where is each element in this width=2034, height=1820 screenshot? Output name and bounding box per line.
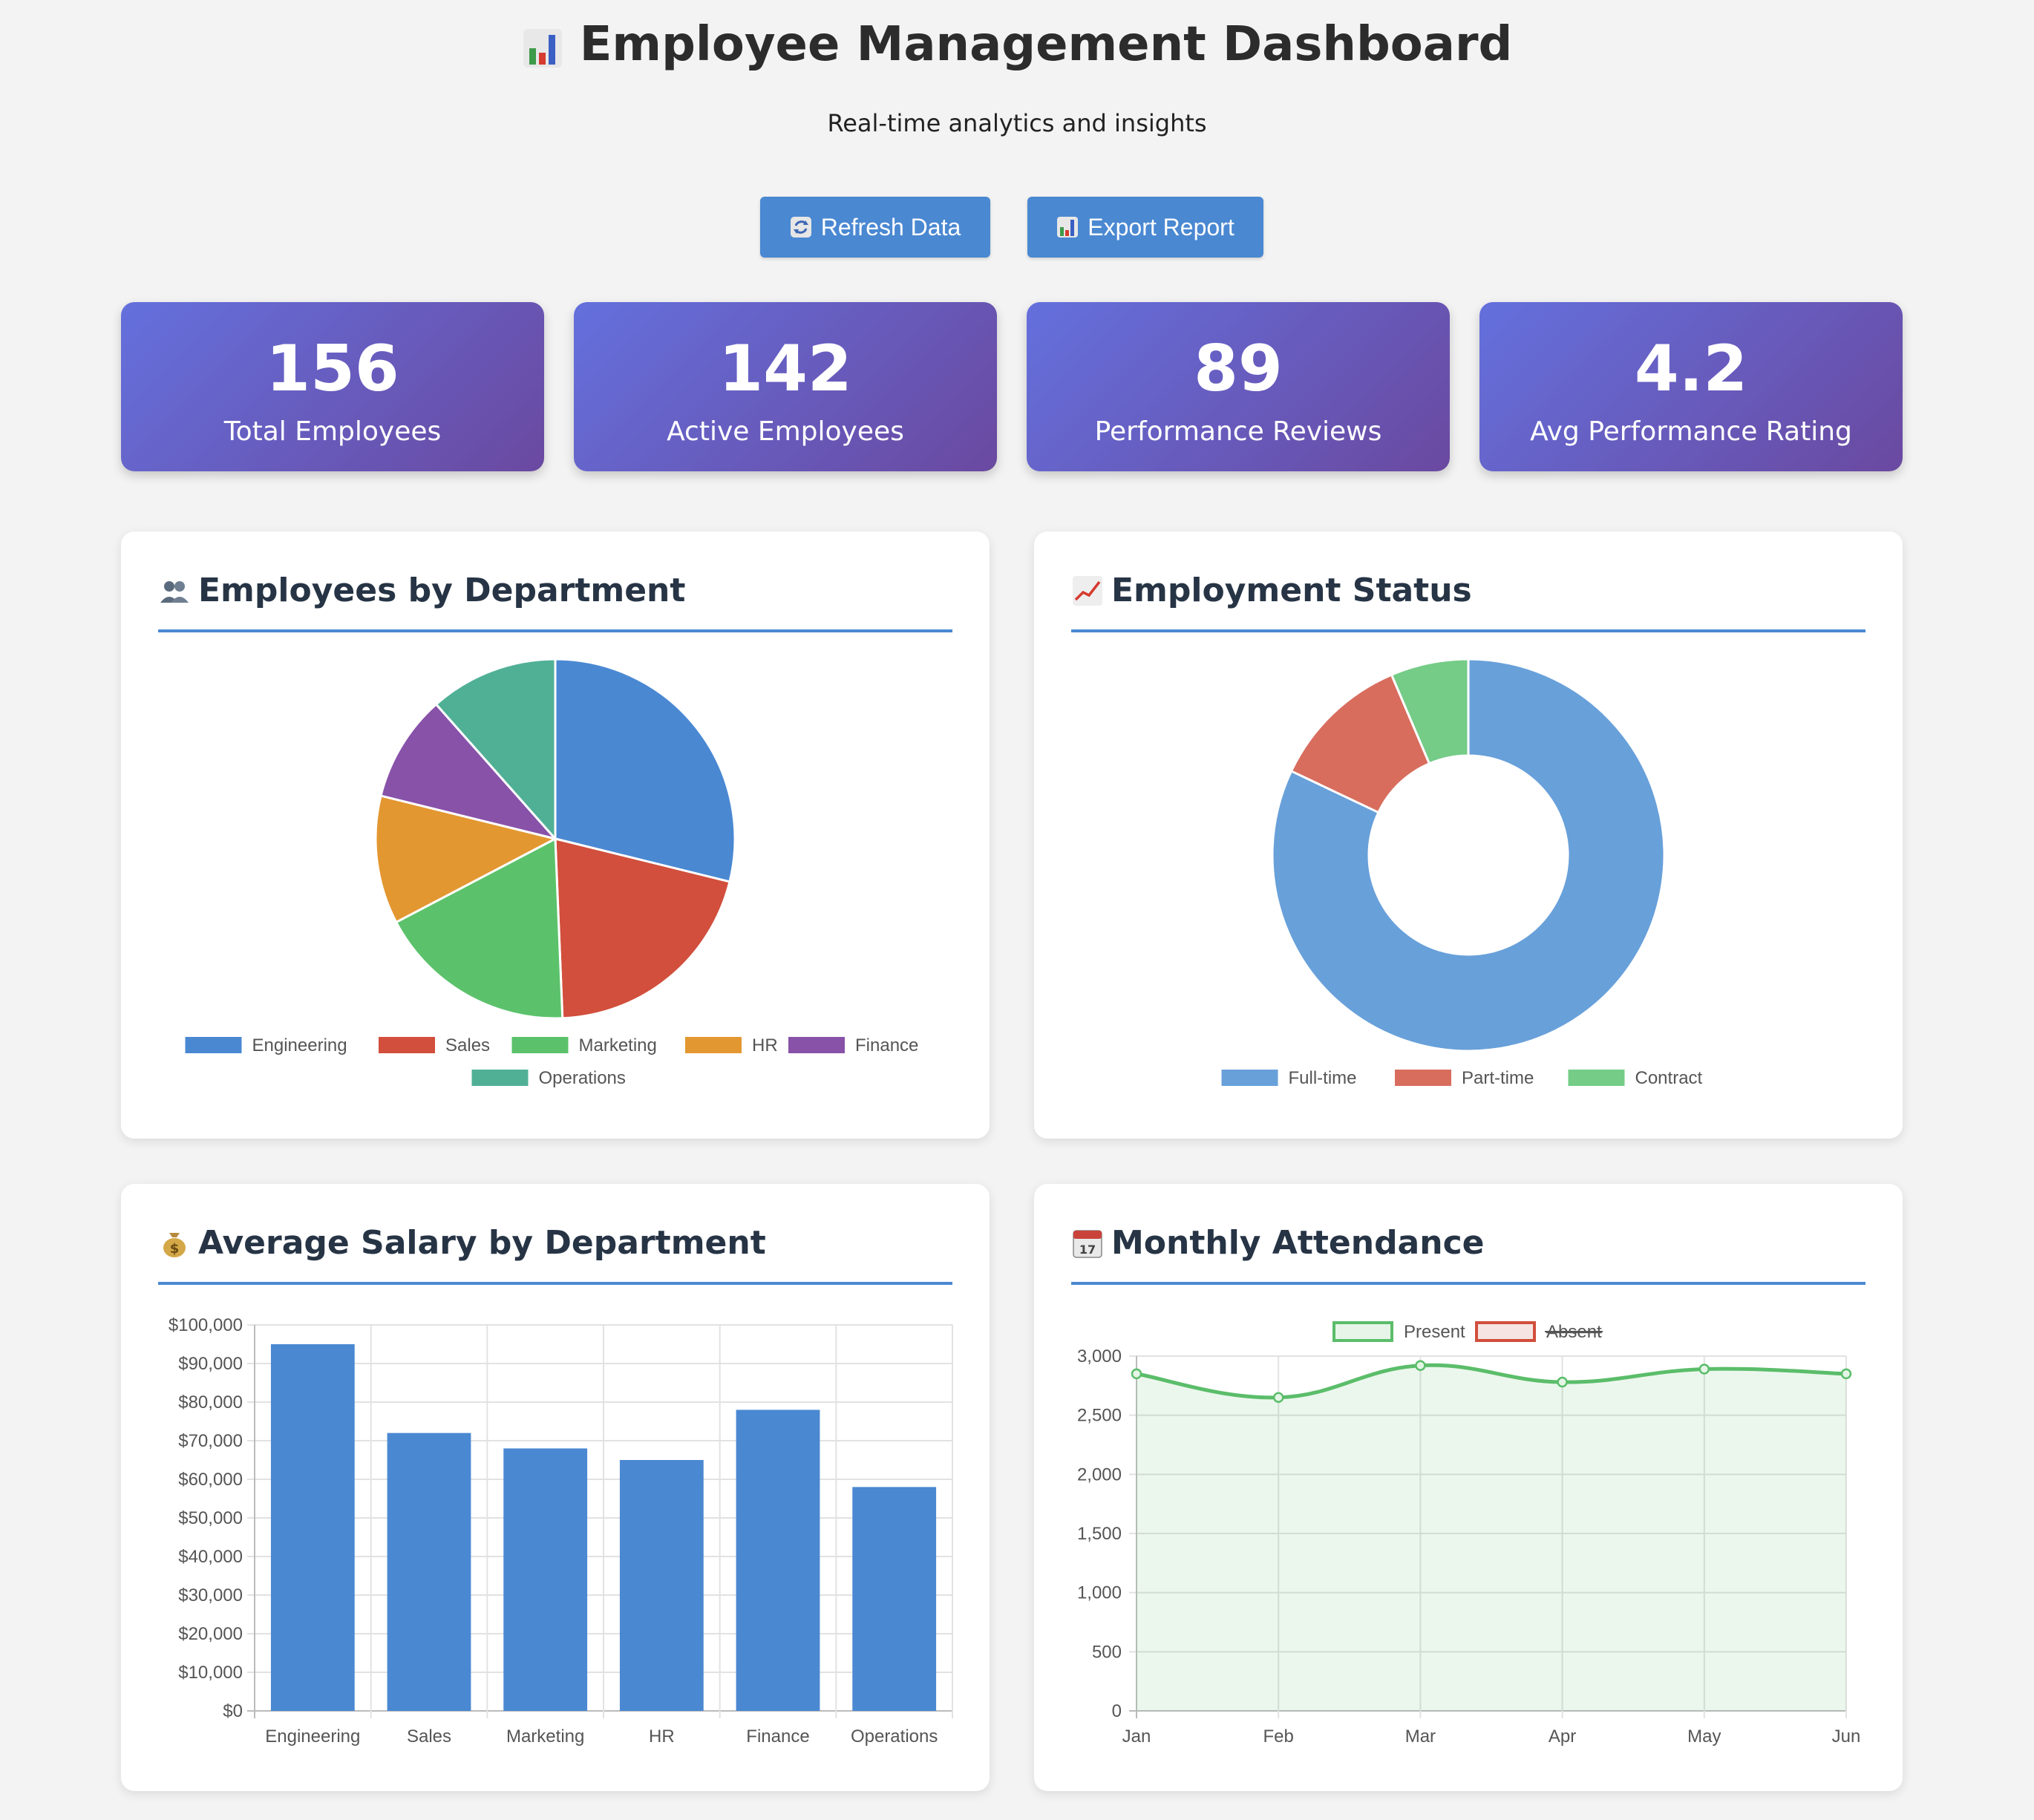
y-tick-label: 3,000 bbox=[1077, 1346, 1122, 1366]
y-tick-label: $90,000 bbox=[178, 1354, 243, 1374]
x-tick-label: Jan bbox=[1122, 1726, 1151, 1747]
y-tick-label: $80,000 bbox=[178, 1392, 243, 1413]
y-tick-label: $70,000 bbox=[178, 1431, 243, 1451]
legend-label-contract: Contract bbox=[1635, 1068, 1703, 1088]
legend-label-hr: HR bbox=[752, 1035, 778, 1055]
legend-label-present: Present bbox=[1404, 1322, 1465, 1342]
x-tick-label: Mar bbox=[1405, 1726, 1436, 1747]
legend-swatch-engineering bbox=[185, 1037, 242, 1053]
x-tick-label: Engineering bbox=[265, 1726, 360, 1747]
salary-bar-chart: $0 $10,000 $20,000 $30,000 $40,000 $50,000 $60… bbox=[169, 1315, 953, 1747]
legend-label-operations: Operations bbox=[539, 1068, 626, 1088]
x-tick-label: Sales bbox=[407, 1726, 451, 1747]
legend-swatch-hr bbox=[685, 1037, 742, 1053]
stat-label: Performance Reviews bbox=[1094, 416, 1382, 447]
legend-swatch-contract bbox=[1568, 1070, 1625, 1086]
legend-swatch-sales bbox=[379, 1037, 435, 1053]
bar-sales bbox=[387, 1433, 471, 1711]
y-tick-label: 2,500 bbox=[1077, 1406, 1122, 1426]
point-present-jun bbox=[1840, 1368, 1852, 1380]
stat-card-active-employees: 142 Active Employees bbox=[574, 302, 997, 471]
x-tick-label: Jun bbox=[1832, 1726, 1861, 1747]
point-present-apr bbox=[1557, 1376, 1568, 1388]
y-tick-label: $20,000 bbox=[178, 1624, 243, 1644]
bar-engineering bbox=[270, 1344, 355, 1711]
y-tick-label: $0 bbox=[223, 1701, 243, 1721]
point-present-mar bbox=[1415, 1360, 1426, 1371]
legend-swatch-full-time bbox=[1221, 1070, 1278, 1086]
legend-label-part-time: Part-time bbox=[1462, 1068, 1534, 1088]
legend-label-engineering: Engineering bbox=[252, 1035, 347, 1055]
legend-label-marketing: Marketing bbox=[579, 1035, 657, 1055]
legend-swatch-absent bbox=[1475, 1321, 1536, 1342]
salary-chart-card: $ Average Salary by Department $0 $10,000… bbox=[121, 1184, 990, 1791]
point-present-feb bbox=[1272, 1392, 1284, 1404]
refresh-data-label: Refresh Data bbox=[820, 213, 961, 240]
bar-operations bbox=[852, 1487, 937, 1711]
y-tick-label: $50,000 bbox=[178, 1508, 243, 1528]
stat-value: 156 bbox=[266, 332, 399, 406]
status-chart-card: Employment Status Full-time Part-time Cont… bbox=[1034, 531, 1903, 1139]
page-subtitle: Real-time analytics and insights bbox=[827, 109, 1207, 137]
refresh-icon bbox=[790, 216, 812, 238]
stat-label: Total Employees bbox=[223, 416, 442, 447]
stat-value: 89 bbox=[1194, 332, 1283, 406]
x-tick-label: Feb bbox=[1263, 1726, 1294, 1747]
area-present bbox=[1137, 1365, 1846, 1711]
export-report-label: Export Report bbox=[1088, 213, 1235, 240]
page-title: Employee Management Dashboard bbox=[0, 15, 2034, 74]
x-tick-label: May bbox=[1687, 1726, 1721, 1747]
attendance-chart-card: 17 Monthly Attendance 0 500 1,000 1,500 2,00… bbox=[1034, 1184, 1903, 1791]
stat-value: 142 bbox=[719, 332, 852, 406]
legend-swatch-present bbox=[1332, 1321, 1393, 1342]
stat-label: Avg Performance Rating bbox=[1530, 416, 1852, 447]
department-pie-chart: Engineering Sales Marketing HR Finance Operat… bbox=[185, 658, 918, 1088]
x-tick-label: HR bbox=[649, 1726, 675, 1747]
y-tick-label: 2,000 bbox=[1077, 1464, 1122, 1485]
stat-card-total-employees: 156 Total Employees bbox=[121, 302, 544, 471]
y-tick-label: $100,000 bbox=[169, 1315, 243, 1335]
refresh-data-button[interactable]: Refresh Data bbox=[760, 197, 990, 258]
point-present-may bbox=[1698, 1364, 1710, 1375]
export-report-button[interactable]: Export Report bbox=[1027, 197, 1263, 258]
attendance-line-chart: 0 500 1,000 1,500 2,000 2,500 3,000 Jan Feb Mar Ap… bbox=[1077, 1321, 1861, 1747]
legend-swatch-marketing bbox=[511, 1037, 569, 1053]
legend-label-finance: Finance bbox=[855, 1035, 918, 1055]
legend-label-sales: Sales bbox=[445, 1035, 490, 1055]
bar-marketing bbox=[503, 1448, 588, 1711]
legend-swatch-finance bbox=[788, 1037, 845, 1053]
y-tick-label: $60,000 bbox=[178, 1470, 243, 1490]
page-title-text: Employee Management Dashboard bbox=[579, 17, 1513, 72]
x-tick-label: Marketing bbox=[506, 1726, 584, 1747]
y-tick-label: 1,000 bbox=[1077, 1583, 1122, 1603]
y-tick-label: 500 bbox=[1092, 1642, 1122, 1662]
legend-swatch-operations bbox=[471, 1070, 529, 1086]
legend-label-full-time: Full-time bbox=[1289, 1068, 1357, 1088]
x-tick-label: Apr bbox=[1549, 1726, 1576, 1747]
bar-finance bbox=[736, 1410, 820, 1711]
stat-label: Active Employees bbox=[667, 416, 904, 447]
y-tick-label: 0 bbox=[1112, 1701, 1122, 1721]
y-tick-label: 1,500 bbox=[1077, 1524, 1122, 1544]
legend-swatch-part-time bbox=[1395, 1070, 1451, 1086]
bar-hr bbox=[619, 1460, 704, 1711]
stat-value: 4.2 bbox=[1634, 332, 1748, 406]
status-doughnut-chart: Full-time Part-time Contract bbox=[1221, 658, 1703, 1088]
y-tick-label: $40,000 bbox=[178, 1547, 243, 1567]
y-tick-label: $10,000 bbox=[178, 1663, 243, 1683]
bar-chart-icon bbox=[522, 24, 563, 68]
point-present-jan bbox=[1131, 1368, 1142, 1380]
department-chart-card: Employees by Department Engineering Sales… bbox=[121, 531, 990, 1139]
x-tick-label: Finance bbox=[746, 1726, 809, 1747]
x-tick-label: Operations bbox=[851, 1726, 938, 1747]
y-tick-label: $30,000 bbox=[178, 1585, 243, 1605]
stat-card-avg-performance-rating: 4.2 Avg Performance Rating bbox=[1479, 302, 1903, 471]
stat-card-performance-reviews: 89 Performance Reviews bbox=[1027, 302, 1450, 471]
bar-chart-icon bbox=[1056, 216, 1079, 238]
